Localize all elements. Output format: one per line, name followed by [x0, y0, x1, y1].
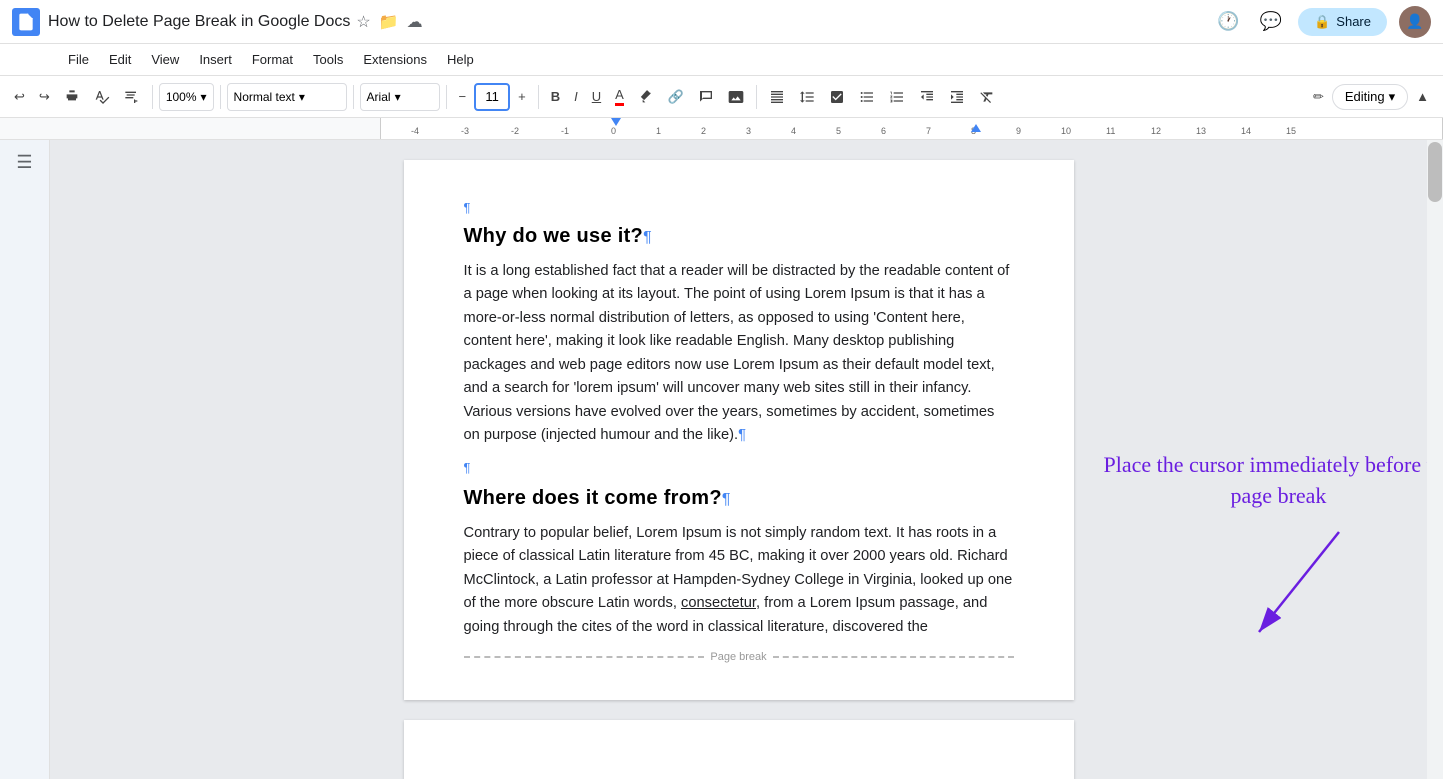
- paragraph-1: It is a long established fact that a rea…: [464, 260, 1014, 448]
- comment-button[interactable]: [692, 81, 720, 113]
- svg-text:0: 0: [611, 126, 616, 136]
- pencil-icon[interactable]: ✏: [1307, 81, 1330, 113]
- page-break-line-left: [464, 656, 705, 658]
- svg-text:9: 9: [1016, 126, 1021, 136]
- annotation-text: Place the cursor immediately before the …: [1094, 450, 1428, 512]
- doc-title[interactable]: How to Delete Page Break in Google Docs: [48, 13, 350, 31]
- svg-text:5: 5: [836, 126, 841, 136]
- heading-2: Where does it come from?¶: [464, 487, 1014, 510]
- menu-tools[interactable]: Tools: [305, 48, 351, 71]
- outline-icon[interactable]: ☰: [16, 152, 32, 173]
- page-1: ¶ Why do we use it?¶ It is a long establ…: [404, 160, 1074, 700]
- toolbar: ↩ ↪ 100% ▾ Normal text ▾ Arial ▾ − 11 + …: [0, 76, 1443, 118]
- font-size-decrease-button[interactable]: −: [453, 81, 473, 113]
- menu-edit[interactable]: Edit: [101, 48, 139, 71]
- history-icon[interactable]: 🕐: [1213, 7, 1243, 36]
- menu-insert[interactable]: Insert: [191, 48, 240, 71]
- editing-mode-button[interactable]: Editing ▾: [1332, 84, 1408, 110]
- svg-text:-4: -4: [411, 126, 419, 136]
- svg-text:10: 10: [1061, 126, 1071, 136]
- menu-view[interactable]: View: [143, 48, 187, 71]
- doc-icon: [12, 8, 40, 36]
- italic-button[interactable]: I: [568, 81, 584, 113]
- menu-format[interactable]: Format: [244, 48, 301, 71]
- annotation-wrapper: Place the cursor immediately before the …: [1094, 450, 1428, 652]
- font-size-display[interactable]: 11: [474, 83, 510, 111]
- svg-text:-1: -1: [561, 126, 569, 136]
- right-scrollbar[interactable]: [1427, 140, 1443, 779]
- text-color-button[interactable]: A: [609, 81, 630, 113]
- share-button[interactable]: 🔒 Share: [1298, 8, 1387, 36]
- menu-file[interactable]: File: [60, 48, 97, 71]
- collapse-toolbar-button[interactable]: ▲: [1410, 81, 1435, 113]
- clear-format-button[interactable]: [973, 81, 1001, 113]
- annotation-arrow-svg: [1179, 522, 1379, 652]
- avatar[interactable]: 👤: [1399, 6, 1431, 38]
- page-break-indicator: Page break: [464, 651, 1014, 663]
- paragraph-2: Contrary to popular belief, Lorem Ipsum …: [464, 522, 1014, 639]
- svg-text:12: 12: [1151, 126, 1161, 136]
- svg-text:6: 6: [881, 126, 886, 136]
- paint-format-button[interactable]: [118, 81, 146, 113]
- svg-text:3: 3: [746, 126, 751, 136]
- heading-1: Why do we use it?¶: [464, 225, 1014, 248]
- pilcrow-top: ¶: [464, 200, 1014, 215]
- indent-decrease-button[interactable]: [913, 81, 941, 113]
- left-panel: ☰: [0, 140, 50, 779]
- main-area: ☰ ¶ Why do we use it?¶ It is a long esta…: [0, 140, 1443, 779]
- page-break-label: Page break: [710, 651, 766, 663]
- redo-button[interactable]: ↪: [33, 81, 56, 113]
- spellcheck-button[interactable]: [88, 81, 116, 113]
- style-select[interactable]: Normal text ▾: [227, 83, 347, 111]
- menu-extensions[interactable]: Extensions: [355, 48, 435, 71]
- pilcrow-middle: ¶: [464, 460, 1014, 475]
- page-2: [404, 720, 1074, 779]
- cloud-icon[interactable]: ☁: [407, 12, 423, 32]
- title-bar: How to Delete Page Break in Google Docs …: [0, 0, 1443, 44]
- menu-bar: File Edit View Insert Format Tools Exten…: [0, 44, 1443, 76]
- zoom-select[interactable]: 100% ▾: [159, 83, 214, 111]
- ruler: -4 -3 -2 -1 0 1 2 3 4 5 6 7 8 9 10 11 12…: [0, 118, 1443, 140]
- svg-text:2: 2: [701, 126, 706, 136]
- share-label: Share: [1336, 14, 1371, 29]
- svg-text:4: 4: [791, 126, 796, 136]
- bold-button[interactable]: B: [545, 81, 566, 113]
- font-size-increase-button[interactable]: +: [512, 81, 532, 113]
- svg-text:1: 1: [656, 126, 661, 136]
- star-icon[interactable]: ☆: [356, 12, 370, 32]
- image-button[interactable]: [722, 81, 750, 113]
- font-select[interactable]: Arial ▾: [360, 83, 440, 111]
- ruler-inner: -4 -3 -2 -1 0 1 2 3 4 5 6 7 8 9 10 11 12…: [380, 118, 1443, 139]
- svg-text:13: 13: [1196, 126, 1206, 136]
- bullet-list-button[interactable]: [853, 81, 881, 113]
- menu-help[interactable]: Help: [439, 48, 482, 71]
- svg-text:11: 11: [1106, 126, 1115, 136]
- indent-increase-button[interactable]: [943, 81, 971, 113]
- print-button[interactable]: [58, 81, 86, 113]
- page-break-line-right: [773, 656, 1014, 658]
- svg-text:7: 7: [926, 126, 931, 136]
- line-spacing-button[interactable]: [793, 81, 821, 113]
- title-bar-right: 🕐 💬 🔒 Share 👤: [1213, 6, 1431, 38]
- title-section: How to Delete Page Break in Google Docs …: [48, 12, 1205, 32]
- underline-button[interactable]: U: [586, 81, 607, 113]
- svg-text:-2: -2: [511, 126, 519, 136]
- svg-text:-3: -3: [461, 126, 469, 136]
- chat-icon[interactable]: 💬: [1256, 7, 1286, 36]
- checklist-button[interactable]: [823, 81, 851, 113]
- undo-button[interactable]: ↩: [8, 81, 31, 113]
- align-button[interactable]: [763, 81, 791, 113]
- svg-text:14: 14: [1241, 126, 1251, 136]
- numbered-list-button[interactable]: [883, 81, 911, 113]
- editing-label: Editing: [1345, 89, 1385, 104]
- title-icons: ☆ 📁 ☁: [356, 12, 422, 32]
- svg-text:15: 15: [1286, 126, 1296, 136]
- folder-icon[interactable]: 📁: [379, 12, 399, 32]
- highlight-button[interactable]: [632, 81, 660, 113]
- doc-area[interactable]: ¶ Why do we use it?¶ It is a long establ…: [50, 140, 1427, 779]
- lock-icon: 🔒: [1314, 14, 1330, 30]
- link-button[interactable]: 🔗: [662, 81, 690, 113]
